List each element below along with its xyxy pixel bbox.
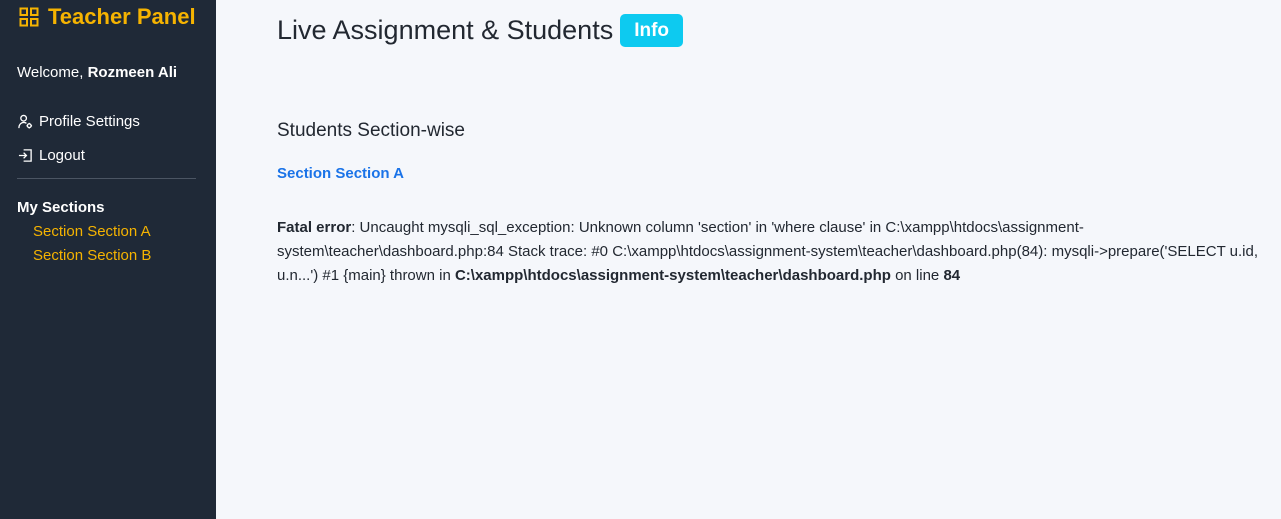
- my-sections-heading: My Sections: [17, 199, 105, 216]
- main-content: Live Assignment & Students Info Students…: [216, 0, 1281, 519]
- user-name: Rozmeen Ali: [87, 64, 178, 81]
- error-label: Fatal error: [277, 219, 352, 236]
- fatal-error-message: Fatal error: Uncaught mysqli_sql_excepti…: [277, 216, 1281, 288]
- logout-icon: [18, 148, 32, 162]
- sidebar-item-logout[interactable]: Logout: [17, 144, 196, 166]
- welcome-prefix: Welcome,: [17, 64, 88, 81]
- brand[interactable]: Teacher Panel: [17, 4, 196, 30]
- sidebar-divider: [17, 178, 196, 179]
- user-gear-icon: [18, 114, 33, 129]
- sidebar-item-section-a[interactable]: Section Section A: [33, 223, 196, 243]
- error-on-line: on line: [890, 267, 944, 284]
- sidebar-nav: Profile Settings Logout: [17, 110, 196, 166]
- grid-icon: [19, 7, 39, 27]
- title-row: Live Assignment & Students Info: [277, 13, 1281, 47]
- students-heading: Students Section-wise: [277, 120, 465, 141]
- sidebar-item-label: Profile Settings: [39, 112, 140, 130]
- sidebar-item-label: Logout: [39, 146, 85, 164]
- brand-title: Teacher Panel: [48, 4, 196, 29]
- error-line-number: 84: [943, 267, 961, 284]
- sidebar-item-section-b[interactable]: Section Section B: [33, 247, 196, 267]
- sidebar: Teacher Panel Welcome, Rozmeen Ali Profi…: [0, 0, 216, 519]
- welcome-text: Welcome, Rozmeen Ali: [17, 64, 196, 81]
- page-title: Live Assignment & Students: [277, 14, 614, 45]
- app: Teacher Panel Welcome, Rozmeen Ali Profi…: [0, 0, 1281, 519]
- section-a-link[interactable]: Section Section A: [277, 165, 404, 182]
- sidebar-item-profile-settings[interactable]: Profile Settings: [17, 110, 196, 132]
- error-file: C:\xampp\htdocs\assignment-system\teache…: [454, 267, 891, 284]
- info-badge: Info: [620, 13, 684, 47]
